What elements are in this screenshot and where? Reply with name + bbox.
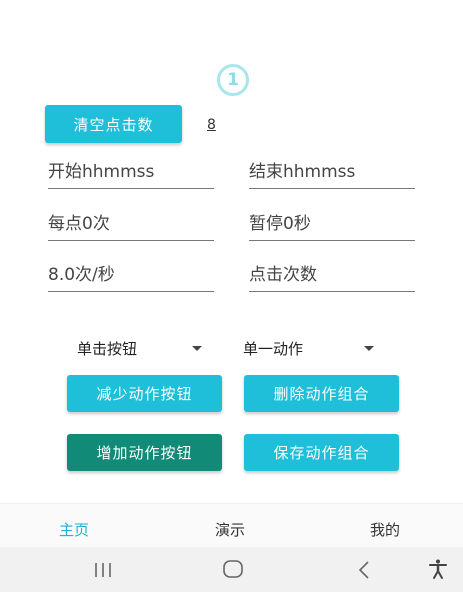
system-navigation-bar [0, 547, 463, 592]
click-type-label: 单击按钮 [77, 339, 138, 358]
save-combo-button[interactable]: 保存动作组合 [244, 434, 399, 471]
click-count-value: 8 [207, 117, 216, 133]
start-time-field[interactable]: 开始hhmmss [48, 153, 214, 189]
nav-demo-tab[interactable]: 演示 [215, 519, 245, 540]
back-icon[interactable] [356, 559, 372, 581]
dropdown-arrow-icon [364, 346, 374, 351]
nav-home-tab[interactable]: 主页 [59, 519, 89, 540]
action-mode-label: 单一动作 [243, 339, 304, 358]
pause-field[interactable]: 暂停0秒 [249, 205, 415, 241]
recents-icon[interactable] [92, 560, 114, 580]
nav-mine-tab[interactable]: 我的 [370, 519, 400, 540]
end-time-field[interactable]: 结束hhmmss [249, 153, 415, 189]
click-times-field[interactable]: 点击次数 [249, 256, 415, 292]
per-point-field[interactable]: 每点0次 [48, 205, 214, 241]
start-time-text: 开始hhmmss [48, 162, 155, 182]
pause-text: 暂停0秒 [249, 214, 311, 234]
delete-combo-button[interactable]: 删除动作组合 [244, 375, 399, 412]
step-number-badge: 1 [217, 64, 249, 96]
dropdown-arrow-icon [192, 346, 202, 351]
add-action-button[interactable]: 增加动作按钮 [67, 434, 222, 471]
rate-text: 8.0次/秒 [48, 265, 115, 285]
end-time-text: 结束hhmmss [249, 162, 356, 182]
rate-field[interactable]: 8.0次/秒 [48, 256, 214, 292]
bottom-navigation: 主页 演示 我的 [0, 503, 463, 548]
per-point-text: 每点0次 [48, 214, 110, 234]
click-type-spinner[interactable]: 单击按钮 [77, 335, 213, 361]
accessibility-icon[interactable] [427, 558, 449, 580]
home-icon[interactable] [222, 559, 244, 579]
reduce-action-button[interactable]: 减少动作按钮 [67, 375, 222, 412]
click-times-text: 点击次数 [249, 265, 317, 285]
clear-clicks-button[interactable]: 清空点击数 [45, 105, 182, 143]
action-mode-spinner[interactable]: 单一动作 [243, 335, 379, 361]
